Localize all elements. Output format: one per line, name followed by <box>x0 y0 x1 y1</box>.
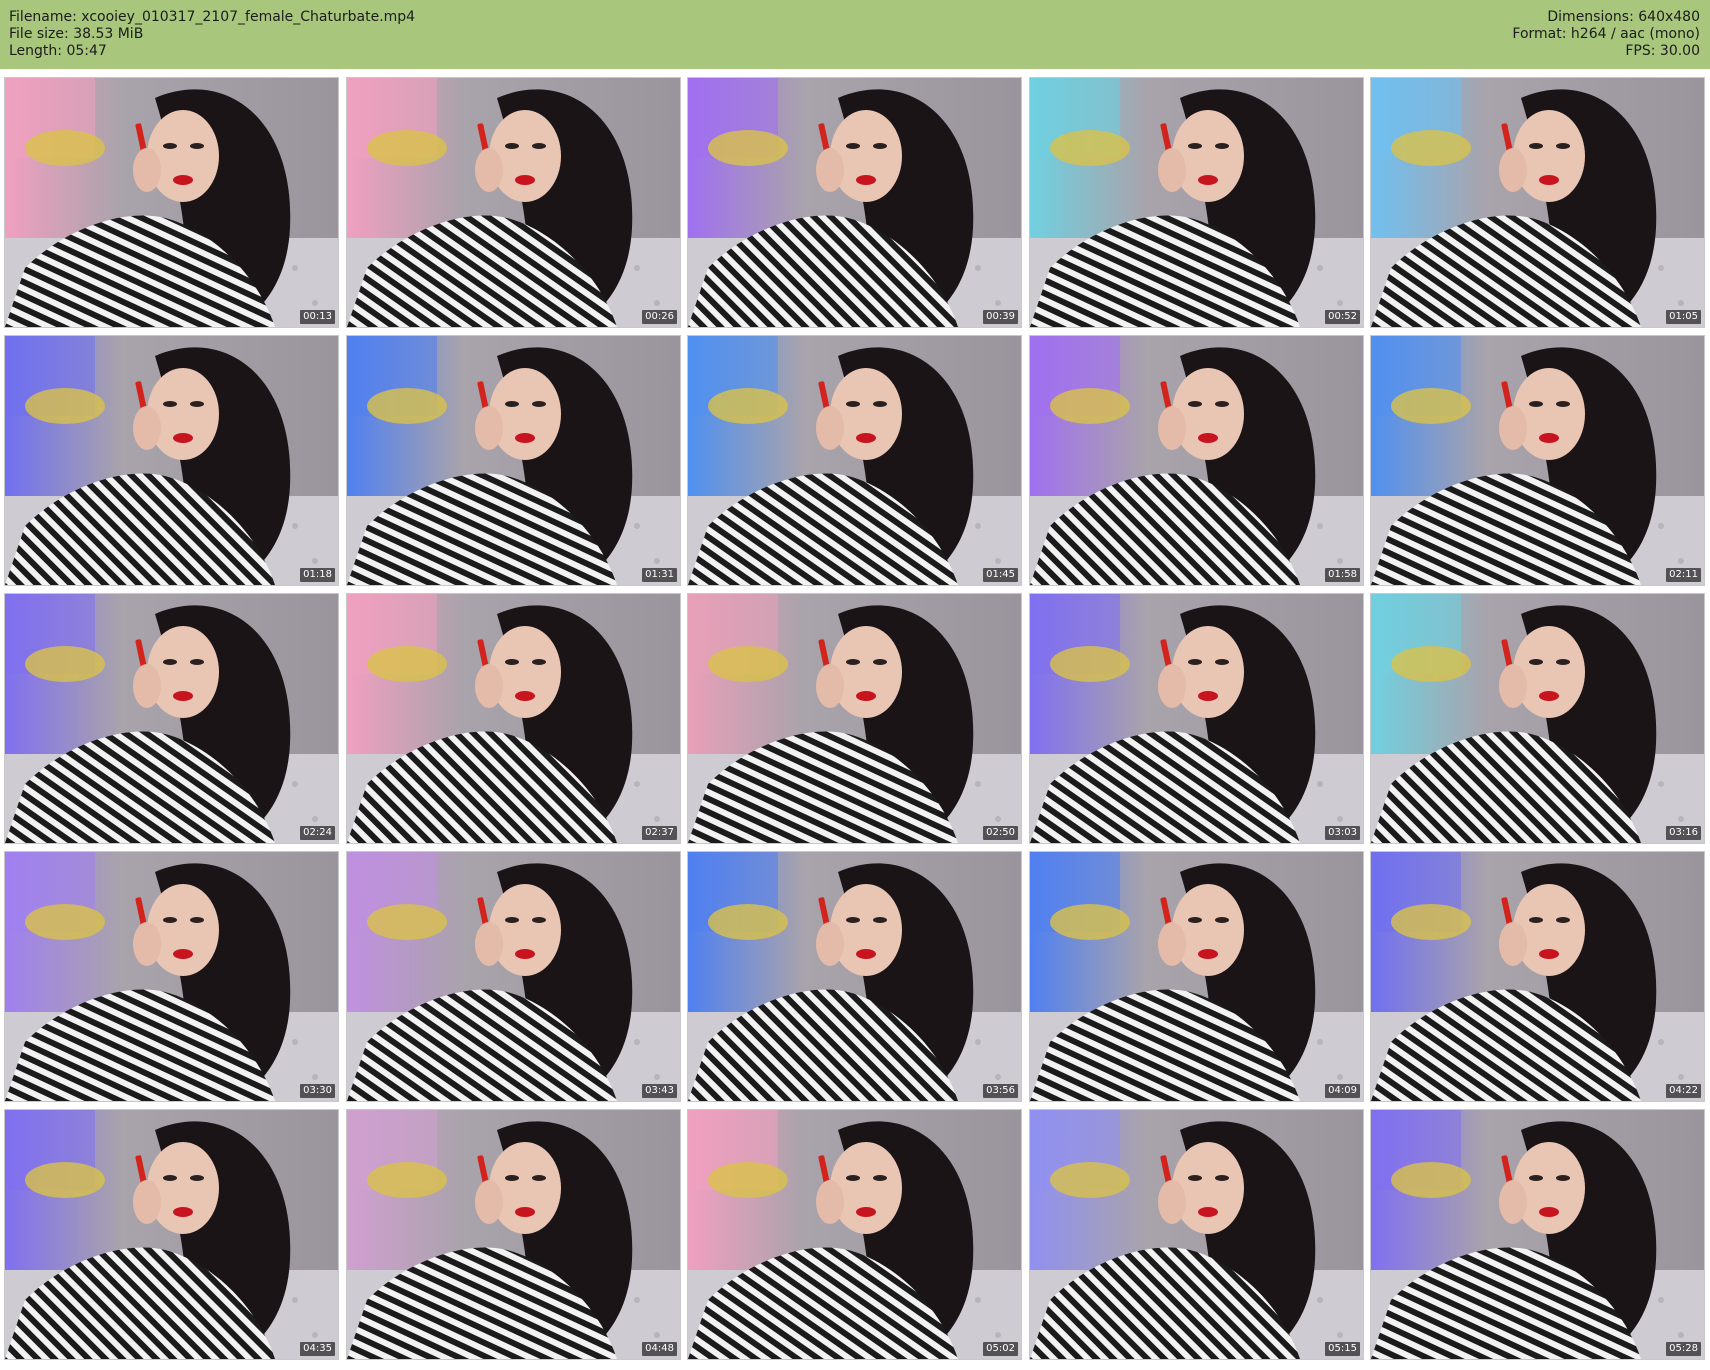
video-thumbnail: 02:50 <box>687 593 1022 844</box>
thumbnail-frame <box>5 852 338 1101</box>
thumbnail-frame <box>1371 852 1704 1101</box>
thumbnail-frame <box>1030 78 1363 327</box>
thumbnail-frame <box>1030 1110 1363 1359</box>
timestamp-label: 02:50 <box>983 826 1018 840</box>
timestamp-label: 01:05 <box>1666 310 1701 324</box>
thumbnail-frame <box>347 336 680 585</box>
thumbnail-frame <box>347 852 680 1101</box>
video-thumbnail: 05:15 <box>1029 1109 1364 1360</box>
thumbnail-frame <box>1371 78 1704 327</box>
video-thumbnail: 01:58 <box>1029 335 1364 586</box>
thumbnail-frame <box>5 78 338 327</box>
video-thumbnail: 05:28 <box>1370 1109 1705 1360</box>
timestamp-label: 00:52 <box>1325 310 1360 324</box>
dimensions-text: Dimensions: 640x480 <box>1547 9 1700 25</box>
video-thumbnail: 03:56 <box>687 851 1022 1102</box>
video-thumbnail: 02:11 <box>1370 335 1705 586</box>
video-thumbnail: 01:45 <box>687 335 1022 586</box>
timestamp-label: 01:31 <box>642 568 677 582</box>
video-thumbnail: 03:03 <box>1029 593 1364 844</box>
format-text: Format: h264 / aac (mono) <box>1512 26 1700 42</box>
video-thumbnail: 01:05 <box>1370 77 1705 328</box>
video-thumbnail: 00:26 <box>346 77 681 328</box>
filename-text: Filename: xcooiey_010317_2107_female_Cha… <box>9 9 416 25</box>
video-thumbnail: 00:39 <box>687 77 1022 328</box>
video-thumbnail: 04:22 <box>1370 851 1705 1102</box>
timestamp-label: 01:58 <box>1325 568 1360 582</box>
thumbnail-frame <box>688 1110 1021 1359</box>
video-thumbnail: 03:30 <box>4 851 339 1102</box>
timestamp-label: 04:48 <box>642 1342 677 1356</box>
thumbnail-frame <box>1371 336 1704 585</box>
timestamp-label: 04:35 <box>300 1342 335 1356</box>
filesize-text: File size: 38.53 MiB <box>9 26 144 42</box>
info-header: Filename: xcooiey_010317_2107_female_Cha… <box>0 0 1710 69</box>
timestamp-label: 04:09 <box>1325 1084 1360 1098</box>
thumbnail-frame <box>1371 594 1704 843</box>
video-thumbnail: 01:18 <box>4 335 339 586</box>
thumbnail-grid: 00:13 00:26 00:39 00:52 01:05 01:18 01:31 01:45… <box>0 77 1710 1367</box>
video-thumbnail: 03:16 <box>1370 593 1705 844</box>
video-thumbnail: 02:24 <box>4 593 339 844</box>
timestamp-label: 02:24 <box>300 826 335 840</box>
thumbnail-frame <box>5 336 338 585</box>
thumbnail-frame <box>688 336 1021 585</box>
thumbnail-frame <box>1030 594 1363 843</box>
timestamp-label: 00:39 <box>983 310 1018 324</box>
timestamp-label: 02:37 <box>642 826 677 840</box>
thumbnail-frame <box>1030 852 1363 1101</box>
thumbnail-frame <box>347 78 680 327</box>
thumbnail-frame <box>688 594 1021 843</box>
video-thumbnail: 04:35 <box>4 1109 339 1360</box>
timestamp-label: 01:45 <box>983 568 1018 582</box>
video-thumbnail: 04:48 <box>346 1109 681 1360</box>
video-thumbnail: 00:13 <box>4 77 339 328</box>
timestamp-label: 03:56 <box>983 1084 1018 1098</box>
length-text: Length: 05:47 <box>9 43 107 59</box>
timestamp-label: 05:28 <box>1666 1342 1701 1356</box>
timestamp-label: 04:22 <box>1666 1084 1701 1098</box>
timestamp-label: 02:11 <box>1666 568 1701 582</box>
timestamp-label: 00:26 <box>642 310 677 324</box>
timestamp-label: 03:03 <box>1325 826 1360 840</box>
video-thumbnail: 01:31 <box>346 335 681 586</box>
thumbnail-frame <box>347 594 680 843</box>
video-thumbnail: 02:37 <box>346 593 681 844</box>
thumbnail-frame <box>347 1110 680 1359</box>
thumbnail-frame <box>5 1110 338 1359</box>
thumbnail-frame <box>1030 336 1363 585</box>
thumbnail-frame <box>688 78 1021 327</box>
video-thumbnail: 04:09 <box>1029 851 1364 1102</box>
timestamp-label: 00:13 <box>300 310 335 324</box>
timestamp-label: 05:02 <box>983 1342 1018 1356</box>
timestamp-label: 03:16 <box>1666 826 1701 840</box>
timestamp-label: 05:15 <box>1325 1342 1360 1356</box>
timestamp-label: 03:43 <box>642 1084 677 1098</box>
fps-text: FPS: 30.00 <box>1625 43 1700 59</box>
file-info-left: Filename: xcooiey_010317_2107_female_Cha… <box>9 9 415 60</box>
file-info-right: Dimensions: 640x480 Format: h264 / aac (… <box>1512 9 1700 60</box>
video-thumbnail: 03:43 <box>346 851 681 1102</box>
thumbnail-frame <box>688 852 1021 1101</box>
thumbnail-frame <box>1371 1110 1704 1359</box>
thumbnail-frame <box>5 594 338 843</box>
video-thumbnail: 00:52 <box>1029 77 1364 328</box>
timestamp-label: 03:30 <box>300 1084 335 1098</box>
timestamp-label: 01:18 <box>300 568 335 582</box>
video-thumbnail: 05:02 <box>687 1109 1022 1360</box>
